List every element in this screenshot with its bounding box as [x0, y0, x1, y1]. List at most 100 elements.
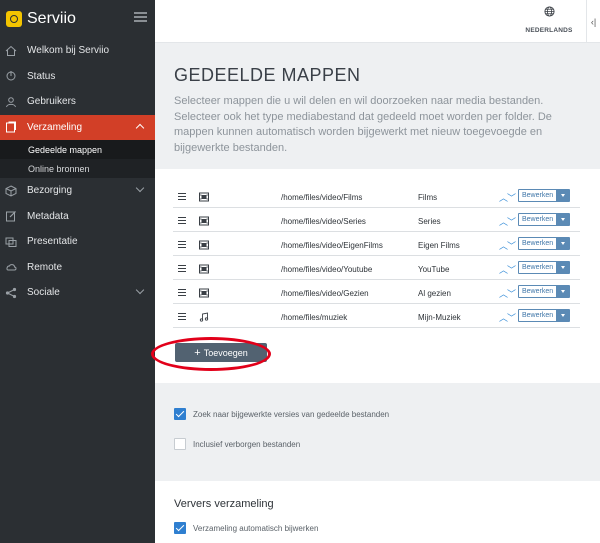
brand[interactable]: Serviio: [0, 0, 155, 38]
drag-handle-icon[interactable]: [178, 313, 186, 322]
option-label: Zoek naar bijgewerkte versies van gedeel…: [193, 409, 390, 419]
edit-dropdown-caret-icon[interactable]: [557, 261, 571, 274]
drag-handle-icon[interactable]: [178, 289, 186, 298]
move-arrows-icon[interactable]: ︿﹀: [499, 239, 516, 252]
edit-icon: [6, 211, 16, 222]
folder-name: Al gezien: [418, 289, 451, 298]
edit-button-group: Bewerken: [518, 237, 571, 250]
music-icon: [199, 312, 209, 324]
sidebar-item-verzameling[interactable]: Verzameling: [0, 114, 155, 140]
language-selector[interactable]: NEDERLANDS: [524, 6, 574, 37]
drag-handle-icon[interactable]: [178, 193, 186, 202]
library-icon: [6, 121, 16, 133]
sidebar-item-label: Metadata: [27, 210, 69, 222]
sidebar-item-label: Welkom bij Serviio: [27, 45, 110, 57]
globe-icon: [543, 6, 555, 17]
user-icon: [6, 96, 16, 107]
chevron-up-icon: [135, 123, 145, 132]
move-arrows-icon[interactable]: ︿﹀: [499, 311, 516, 324]
option-auto-update[interactable]: Verzameling automatisch bijwerken: [174, 522, 318, 534]
folder-path: /home/files/video/EigenFilms: [281, 241, 383, 250]
sidebar-item-label: Presentatie: [27, 236, 78, 248]
move-arrows-icon[interactable]: ︿﹀: [499, 215, 516, 228]
edit-dropdown-caret-icon[interactable]: [557, 237, 571, 250]
option-search-updated[interactable]: Zoek naar bijgewerkte versies van gedeel…: [174, 408, 389, 420]
edit-dropdown-caret-icon[interactable]: [557, 309, 571, 322]
page-description: Selecteer mappen die u wil delen en wil …: [174, 95, 552, 154]
move-arrows-icon[interactable]: ︿﹀: [499, 287, 516, 300]
folder-path: /home/files/muziek: [281, 313, 348, 322]
sidebar-item-gebruikers[interactable]: Gebruikers: [0, 89, 155, 115]
sidebar: Serviio Welkom bij Serviio Status Gebrui…: [0, 0, 155, 543]
sidebar-item-label: Bezorging: [27, 185, 73, 197]
folder-options: Zoek naar bijgewerkte versies van gedeel…: [155, 383, 600, 481]
cloud-icon: [6, 264, 17, 271]
collapse-panel-icon: ‹|: [590, 16, 597, 27]
add-folder-button[interactable]: + Toevoegen: [175, 343, 267, 362]
edit-button[interactable]: Bewerken: [518, 285, 558, 298]
sidebar-item-label: Status: [27, 70, 56, 82]
drag-handle-icon[interactable]: [178, 265, 186, 274]
edit-button-group: Bewerken: [518, 213, 571, 226]
folder-name: Series: [418, 217, 441, 226]
drag-handle-icon[interactable]: [178, 217, 186, 226]
video-icon: [199, 216, 209, 228]
include-hidden-checkbox[interactable]: [174, 438, 186, 450]
box-icon: [5, 185, 17, 197]
edit-button[interactable]: Bewerken: [518, 213, 558, 226]
drag-handle-icon[interactable]: [178, 241, 186, 250]
edit-button[interactable]: Bewerken: [518, 261, 558, 274]
folder-path: /home/files/video/Series: [281, 217, 366, 226]
edit-button[interactable]: Bewerken: [518, 309, 558, 322]
sidebar-item-metadata[interactable]: Metadata: [0, 204, 155, 230]
menu-toggle-icon[interactable]: [134, 12, 147, 22]
video-icon: [199, 288, 209, 300]
sidebar-item-remote[interactable]: Remote: [0, 255, 155, 281]
search-updated-checkbox[interactable]: [174, 408, 186, 420]
auto-update-checkbox[interactable]: [174, 522, 186, 534]
sidebar-subnav: Gedeelde mappen Online bronnen: [0, 140, 155, 178]
sidebar-subitem-gedeelde-mappen[interactable]: Gedeelde mappen: [0, 140, 155, 159]
collapse-panel-button[interactable]: ‹|: [586, 0, 600, 43]
folder-name: YouTube: [418, 265, 450, 274]
option-include-hidden[interactable]: Inclusief verborgen bestanden: [174, 438, 300, 450]
video-icon: [199, 192, 209, 204]
serviio-logo-icon: [6, 11, 22, 27]
folder-row: /home/files/video/EigenFilms Eigen Films ︿…: [173, 234, 580, 256]
status-icon: [6, 71, 16, 81]
folder-path: /home/files/video/Youtube: [281, 265, 373, 274]
folder-path: /home/files/video/Gezien: [281, 289, 369, 298]
edit-button[interactable]: Bewerken: [518, 237, 558, 250]
edit-button-group: Bewerken: [518, 189, 571, 202]
page-title: GEDEELDE MAPPEN: [174, 65, 361, 85]
move-arrows-icon[interactable]: ︿﹀: [499, 263, 516, 276]
folder-name: Eigen Films: [418, 241, 460, 250]
sidebar-nav: Welkom bij Serviio Status Gebruikers Ver…: [0, 38, 155, 306]
folder-name: Films: [418, 193, 438, 202]
sidebar-item-sociale[interactable]: Sociale: [0, 280, 155, 306]
refresh-section: Ververs verzameling Verzameling automati…: [155, 481, 600, 543]
edit-dropdown-caret-icon[interactable]: [557, 285, 571, 298]
sidebar-item-presentatie[interactable]: Presentatie: [0, 229, 155, 255]
edit-button[interactable]: Bewerken: [518, 189, 558, 202]
video-icon: [199, 264, 209, 276]
chevron-down-icon: [135, 183, 145, 193]
option-label: Verzameling automatisch bijwerken: [193, 523, 319, 533]
sidebar-item-bezorging[interactable]: Bezorging: [0, 178, 155, 204]
sidebar-item-status[interactable]: Status: [0, 64, 155, 90]
edit-dropdown-caret-icon[interactable]: [557, 213, 571, 226]
edit-dropdown-caret-icon[interactable]: [557, 189, 571, 202]
sidebar-item-label: Gebruikers: [27, 96, 76, 108]
folder-name: Mijn-Muziek: [418, 313, 461, 322]
video-icon: [199, 240, 209, 252]
sidebar-item-welkom[interactable]: Welkom bij Serviio: [0, 38, 155, 64]
sidebar-item-label: Remote: [27, 261, 63, 273]
chevron-down-icon: [135, 285, 145, 295]
folder-row: /home/files/muziek Mijn-Muziek ︿﹀ Bewerken: [173, 306, 580, 328]
language-label: NEDERLANDS: [525, 27, 573, 34]
move-arrows-icon[interactable]: ︿﹀: [499, 191, 516, 204]
add-folder-label: Toevoegen: [203, 347, 248, 358]
presentation-icon: [5, 237, 17, 247]
sidebar-subitem-online-bronnen[interactable]: Online bronnen: [0, 159, 155, 178]
folder-row: /home/files/video/Films Films ︿﹀ Bewerken: [173, 186, 580, 208]
